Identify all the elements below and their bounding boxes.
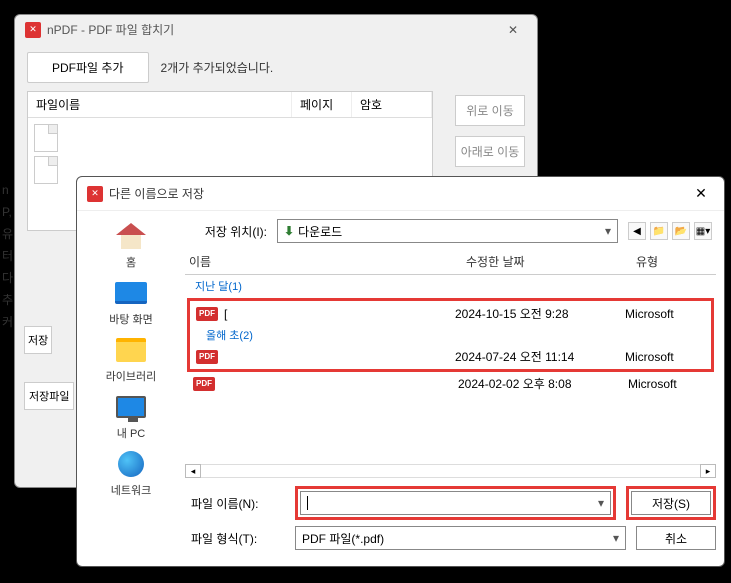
dialog-close-button[interactable]: ✕ [688, 185, 714, 202]
list-row[interactable]: PDF 2024-02-02 오후 8:08 Microsoft [185, 373, 716, 394]
scroll-track[interactable] [201, 464, 700, 478]
horizontal-scrollbar[interactable]: ◂ ▸ [185, 464, 716, 478]
save-button-partial[interactable]: 저장 [24, 326, 52, 354]
save-as-dialog: ✕ 다른 이름으로 저장 ✕ 홈 바탕 화면 라이브러리 내 PC [76, 176, 725, 567]
move-down-button[interactable]: 아래로 이동 [455, 136, 525, 167]
header-date[interactable]: 수정한 날짜 [466, 253, 636, 270]
save-titlebar: ✕ 다른 이름으로 저장 ✕ [77, 177, 724, 211]
status-text: 2개가 추가되었습니다. [161, 59, 274, 76]
highlight-annotation-1: PDF [ 2024-10-15 오전 9:28 Microsoft 올해 초(… [187, 298, 714, 372]
group-early-year[interactable]: 올해 초(2) [190, 324, 711, 346]
filetype-label: 파일 형식(T): [185, 530, 285, 547]
filename-label: 파일 이름(N): [185, 495, 285, 512]
pdf-icon: PDF [196, 350, 218, 364]
folder-icon [116, 338, 146, 362]
add-pdf-button[interactable]: PDF파일 추가 [27, 52, 149, 83]
cancel-button[interactable]: 취소 [636, 526, 716, 550]
col-password[interactable]: 암호 [352, 92, 432, 117]
pc-icon [116, 396, 146, 418]
desktop-icon [115, 282, 147, 304]
scroll-left-icon[interactable]: ◂ [185, 464, 201, 478]
header-name[interactable]: 이름 [185, 253, 466, 270]
network-icon [118, 451, 144, 477]
place-network[interactable]: 네트워크 [111, 449, 151, 498]
filename-input[interactable]: ▾ [300, 491, 611, 515]
new-folder-icon[interactable]: 📂 [672, 222, 690, 240]
place-library[interactable]: 라이브러리 [106, 335, 157, 384]
view-menu-icon[interactable]: ▦▾ [694, 222, 712, 240]
parent-title: nPDF - PDF 파일 합치기 [47, 21, 499, 38]
list-header: 이름 수정한 날짜 유형 [185, 253, 716, 275]
app-icon: ✕ [25, 22, 41, 38]
save-button[interactable]: 저장(S) [631, 491, 711, 515]
move-up-button[interactable]: 위로 이동 [455, 95, 525, 126]
chevron-down-icon: ▾ [605, 224, 611, 238]
col-filename[interactable]: 파일이름 [28, 92, 292, 117]
group-last-month[interactable]: 지난 달(1) [185, 275, 716, 297]
save-file-button-partial[interactable]: 저장파일 [24, 382, 74, 410]
file-list[interactable]: 지난 달(1) PDF [ 2024-10-15 오전 9:28 Microso… [185, 275, 716, 458]
place-home[interactable]: 홈 [114, 221, 148, 270]
location-value: 다운로드 [298, 223, 342, 240]
header-type[interactable]: 유형 [636, 253, 716, 270]
download-icon: ⬇ [284, 224, 294, 238]
col-page[interactable]: 페이지 [292, 92, 352, 117]
highlight-annotation-2: ▾ [295, 486, 616, 520]
dialog-title: 다른 이름으로 저장 [109, 185, 688, 202]
parent-titlebar: ✕ nPDF - PDF 파일 합치기 ✕ [15, 15, 537, 44]
dialog-icon: ✕ [87, 186, 103, 202]
filetype-dropdown[interactable]: PDF 파일(*.pdf) ▾ [295, 526, 626, 550]
home-icon [116, 223, 146, 249]
list-row[interactable]: PDF 2024-07-24 오전 11:14 Microsoft [190, 346, 711, 367]
chevron-down-icon[interactable]: ▾ [598, 496, 604, 510]
place-desktop[interactable]: 바탕 화면 [109, 278, 153, 327]
file-icon[interactable] [34, 156, 58, 184]
chevron-down-icon[interactable]: ▾ [613, 531, 619, 545]
highlight-annotation-3: 저장(S) [626, 486, 716, 520]
main-column: 저장 위치(I): ⬇ 다운로드 ▾ ◀ 📁 📂 ▦▾ 이름 수정한 날짜 유형 [185, 211, 724, 564]
pdf-icon: PDF [193, 377, 215, 391]
back-icon[interactable]: ◀ [628, 222, 646, 240]
text-cursor [307, 496, 308, 510]
nav-toolbar: ◀ 📁 📂 ▦▾ [628, 222, 712, 240]
pdf-icon: PDF [196, 307, 218, 321]
location-dropdown[interactable]: ⬇ 다운로드 ▾ [277, 219, 618, 243]
file-icon[interactable] [34, 124, 58, 152]
places-bar: 홈 바탕 화면 라이브러리 내 PC 네트워크 [77, 211, 185, 564]
file-table-header: 파일이름 페이지 암호 [28, 92, 432, 118]
location-label: 저장 위치(I): [185, 223, 267, 240]
left-edge-strip: n P, 유 터 다 추 커 [0, 180, 14, 334]
parent-close-button[interactable]: ✕ [499, 23, 527, 37]
list-row[interactable]: PDF [ 2024-10-15 오전 9:28 Microsoft [190, 303, 711, 324]
up-folder-icon[interactable]: 📁 [650, 222, 668, 240]
scroll-right-icon[interactable]: ▸ [700, 464, 716, 478]
place-pc[interactable]: 내 PC [114, 392, 148, 441]
